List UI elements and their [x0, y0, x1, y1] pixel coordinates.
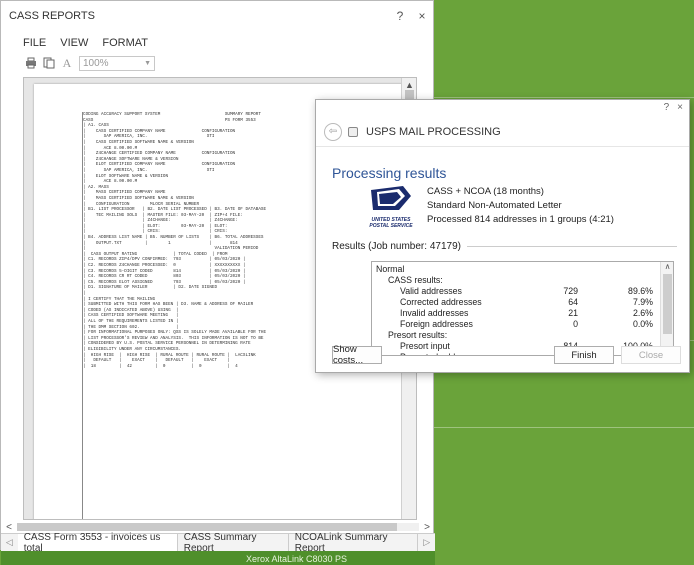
close-button[interactable]: ×: [411, 9, 433, 23]
printer-status: Xerox AltaLink C8030 PS: [245, 553, 347, 564]
scroll-track[interactable]: [17, 523, 419, 531]
tab-cass-summary[interactable]: CASS Summary Report: [178, 532, 289, 554]
close-button[interactable]: Close: [621, 346, 681, 364]
logo-line-2: POSTAL SERVICE: [369, 223, 413, 229]
scroll-left-icon[interactable]: <: [1, 522, 17, 533]
chevron-down-icon: ▼: [144, 59, 151, 67]
dialog-help-button[interactable]: ?: [664, 102, 670, 113]
tab-prev-icon[interactable]: ◁: [1, 537, 18, 548]
scroll-thumb[interactable]: [17, 523, 397, 531]
result-label: Invalid addresses: [400, 308, 469, 318]
status-bar: Xerox AltaLink C8030 PS: [1, 551, 435, 565]
result-row[interactable]: Foreign addresses 0 0.0%: [372, 319, 673, 330]
result-count: 21: [568, 308, 578, 318]
result-row[interactable]: Presort results:: [372, 330, 673, 341]
dialog-close-button[interactable]: ×: [677, 102, 683, 113]
background-line: [430, 427, 694, 428]
dialog-title: USPS MAIL PROCESSING: [366, 125, 501, 138]
result-label: Corrected addresses: [400, 297, 482, 307]
show-costs-button[interactable]: Show costs...: [332, 344, 382, 366]
result-label: CASS results:: [388, 275, 443, 285]
app-icon: [348, 126, 358, 137]
results-label: Results (Job number: 47179): [332, 241, 677, 252]
zoom-value: 100%: [83, 57, 109, 69]
tab-next-icon[interactable]: ▷: [418, 537, 435, 548]
processed-summary: Processed 814 addresses in 1 groups (4:2…: [427, 214, 614, 225]
page-setup-icon[interactable]: [43, 57, 55, 69]
tab-cass-form-3553[interactable]: CASS Form 3553 - invoices us total: [17, 532, 178, 554]
menu-file[interactable]: FILE: [23, 37, 46, 49]
finish-button[interactable]: Finish: [554, 346, 614, 364]
result-label: Presort input: [400, 341, 450, 351]
background-line: [430, 97, 694, 98]
usps-eagle-logo: UNITED STATES POSTAL SERVICE: [369, 184, 413, 229]
result-label: Valid addresses: [400, 286, 462, 296]
mail-class: Standard Non-Automated Letter: [427, 200, 562, 211]
dialog-header: ⇦ USPS MAIL PROCESSING: [316, 117, 689, 147]
window-title: CASS REPORTS: [9, 10, 95, 22]
result-row[interactable]: Normal: [372, 264, 673, 275]
print-icon[interactable]: [25, 57, 37, 69]
result-percent: 89.6%: [628, 286, 653, 296]
result-percent: 7.9%: [632, 297, 653, 307]
scroll-thumb[interactable]: [663, 274, 672, 334]
zoom-select[interactable]: 100% ▼: [79, 55, 155, 71]
divider: [466, 246, 677, 247]
processing-heading: Processing results: [332, 165, 447, 181]
menu-bar: FILE VIEW FORMAT: [1, 33, 433, 53]
result-label: Normal: [376, 264, 405, 274]
font-icon[interactable]: A: [61, 56, 73, 70]
job-type: CASS + NCOA (18 months): [427, 186, 544, 197]
menu-view[interactable]: VIEW: [60, 37, 88, 49]
result-row[interactable]: Valid addresses 729 89.6%: [372, 286, 673, 297]
result-percent: 2.6%: [632, 308, 653, 318]
dialog-controls: ? ×: [664, 102, 683, 113]
help-button[interactable]: ?: [389, 9, 411, 23]
scroll-up-icon[interactable]: ∧: [661, 262, 673, 271]
results-scrollbar[interactable]: ∧ ∨: [660, 262, 673, 355]
tab-ncoalink-summary[interactable]: NCOALink Summary Report: [289, 532, 419, 554]
result-label: Presorted addresses: [400, 352, 481, 355]
result-percent: 0.0%: [632, 319, 653, 329]
result-label: Foreign addresses: [400, 319, 473, 329]
toolbar: A 100% ▼: [1, 53, 433, 73]
result-count: 64: [568, 297, 578, 307]
usps-mail-processing-dialog: ? × ⇦ USPS MAIL PROCESSING Processing re…: [315, 99, 690, 373]
back-arrow-icon[interactable]: ⇦: [324, 122, 342, 141]
result-row[interactable]: Corrected addresses 64 7.9%: [372, 297, 673, 308]
result-count: 0: [573, 319, 578, 329]
report-tabs: ◁ CASS Form 3553 - invoices us total CAS…: [1, 532, 435, 554]
scroll-up-icon[interactable]: ▲: [402, 80, 416, 90]
result-label: Presort results:: [388, 330, 448, 340]
results-tree[interactable]: Normal CASS results: Valid addresses 729 89.…: [371, 261, 674, 356]
results-label-text: Results (Job number: 47179): [332, 241, 461, 252]
scroll-right-icon[interactable]: >: [419, 522, 435, 533]
result-count: 729: [563, 286, 578, 296]
title-bar: CASS REPORTS ? ×: [1, 1, 433, 31]
result-row[interactable]: CASS results:: [372, 275, 673, 286]
menu-format[interactable]: FORMAT: [102, 37, 148, 49]
result-row[interactable]: Invalid addresses 21 2.6%: [372, 308, 673, 319]
